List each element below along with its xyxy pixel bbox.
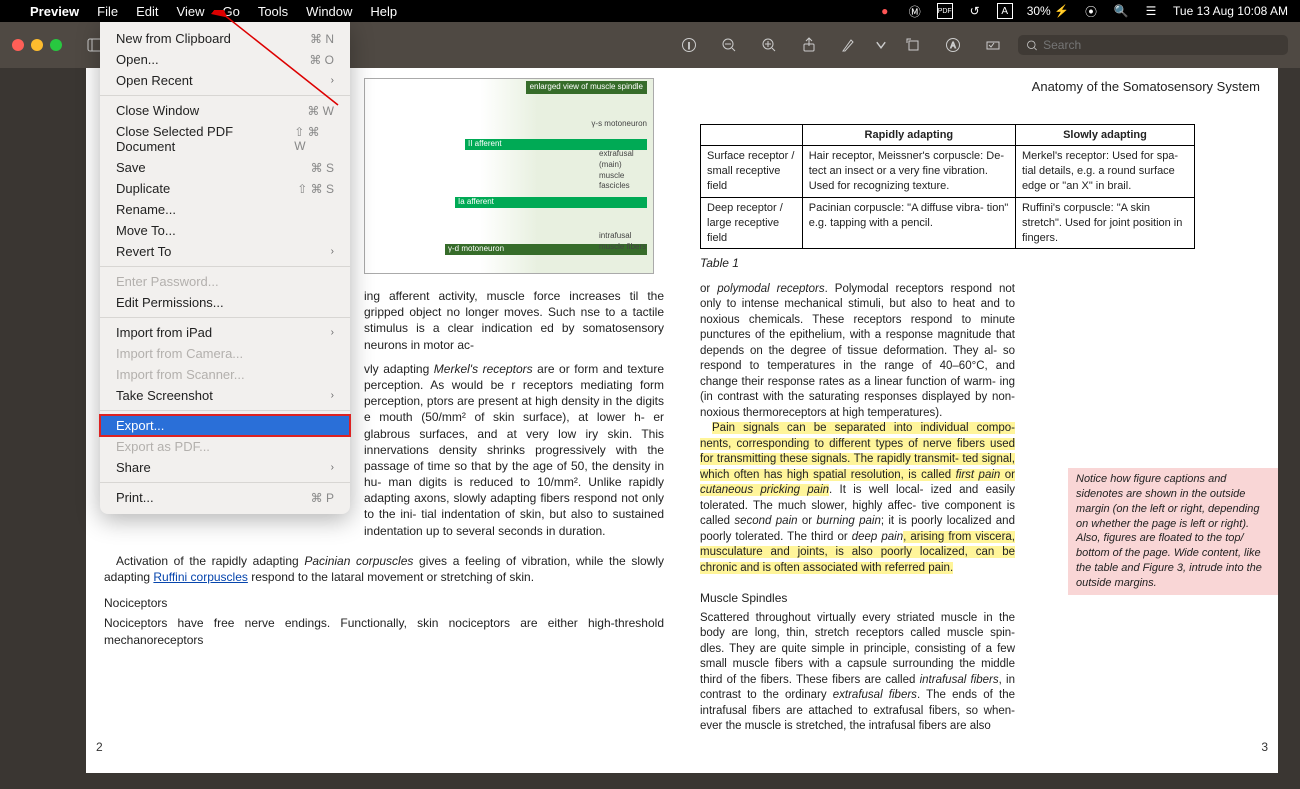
menu-item-rename[interactable]: Rename... [100,199,350,220]
form-icon[interactable] [978,33,1008,57]
menu-item-save[interactable]: Save⌘ S [100,157,350,178]
body-text: ing afferent activity, muscle force incr… [364,288,664,353]
zoom-out-icon[interactable] [714,33,744,57]
control-center-icon[interactable]: ☰ [1143,3,1159,19]
menu-item-import-from-ipad[interactable]: Import from iPad› [100,322,350,343]
menu-item-new-from-clipboard[interactable]: New from Clipboard⌘ N [100,28,350,49]
wifi-icon[interactable]: ⦿ [1083,3,1099,19]
menu-item-enter-password: Enter Password... [100,271,350,292]
menu-edit[interactable]: Edit [136,4,158,19]
receptor-table: Rapidly adaptingSlowly adapting Surface … [700,124,1195,250]
spotlight-icon[interactable]: 🔍 [1113,3,1129,19]
text-icon[interactable]: A [938,33,968,57]
file-menu: New from Clipboard⌘ NOpen...⌘ OOpen Rece… [100,22,350,514]
menu-go[interactable]: Go [222,4,239,19]
menu-view[interactable]: View [177,4,205,19]
ruffini-link[interactable]: Ruffini corpuscles [153,570,248,584]
menubar: Preview File Edit View Go Tools Window H… [0,0,1300,22]
body-text: vly adapting Merkel's receptors are or f… [364,361,664,539]
menu-item-share[interactable]: Share› [100,457,350,478]
minimize-window-button[interactable] [31,39,43,51]
rotate-icon[interactable] [898,33,928,57]
page-number: 2 [96,739,103,755]
search-icon [1026,39,1038,52]
body-text: Nociceptors have free nerve endings. Fun… [104,615,664,647]
menu-item-close-selected-pdf-document[interactable]: Close Selected PDF Document⇧ ⌘ W [100,121,350,157]
markup-chevron-icon[interactable] [874,33,888,57]
menu-help[interactable]: Help [370,4,397,19]
body-text: or polymodal receptors. Polymodal recept… [700,282,1015,422]
page-number: 3 [1261,739,1268,755]
table-caption: Table 1 [700,255,1260,271]
menu-item-revert-to[interactable]: Revert To› [100,241,350,262]
menu-item-open[interactable]: Open...⌘ O [100,49,350,70]
body-text: Scattered throughout virtually every str… [700,611,1015,735]
search-field[interactable] [1018,35,1288,55]
menu-item-edit-permissions[interactable]: Edit Permissions... [100,292,350,313]
page-right: Anatomy of the Somatosensory System Rapi… [682,68,1278,773]
menu-item-close-window[interactable]: Close Window⌘ W [100,100,350,121]
figure-muscle-spindle: enlarged view of muscle spindle γ-s moto… [364,78,654,274]
menu-window[interactable]: Window [306,4,352,19]
markup-icon[interactable] [834,33,864,57]
menu-item-move-to[interactable]: Move To... [100,220,350,241]
section-heading: Muscle Spindles [700,590,1015,606]
menu-item-duplicate[interactable]: Duplicate⇧ ⌘ S [100,178,350,199]
menu-item-import-from-scanner: Import from Scanner... [100,364,350,385]
malware-icon[interactable]: Ⓜ [907,3,923,19]
svg-text:A: A [950,41,956,50]
sidenote: Notice how figure captions and sidenotes… [1068,468,1278,595]
pdf-icon[interactable]: PDF [937,3,953,19]
window-controls [12,39,62,51]
info-icon[interactable]: i [674,33,704,57]
screenrecord-icon[interactable]: ● [877,3,893,19]
datetime[interactable]: Tue 13 Aug 10:08 AM [1173,4,1288,18]
body-text: Activation of the rapidly adapting Pacin… [104,553,664,585]
zoom-in-icon[interactable] [754,33,784,57]
svg-text:i: i [688,41,690,51]
menu-item-import-from-camera: Import from Camera... [100,343,350,364]
search-input[interactable] [1043,38,1280,52]
fullscreen-window-button[interactable] [50,39,62,51]
menu-item-export-as-pdf: Export as PDF... [100,436,350,457]
highlighted-text: Pain signals can be separated into indiv… [700,421,1015,576]
menu-item-print[interactable]: Print...⌘ P [100,487,350,508]
menu-tools[interactable]: Tools [258,4,288,19]
menu-item-export[interactable]: Export... [100,415,350,436]
lang-icon[interactable]: A [997,3,1013,19]
share-icon[interactable] [794,33,824,57]
menu-file[interactable]: File [97,4,118,19]
close-window-button[interactable] [12,39,24,51]
menu-item-take-screenshot[interactable]: Take Screenshot› [100,385,350,406]
timemachine-icon[interactable]: ↺ [967,3,983,19]
app-name[interactable]: Preview [30,4,79,19]
battery-status[interactable]: 30% ⚡ [1027,4,1069,18]
section-heading: Nociceptors [104,595,664,611]
page-title: Anatomy of the Somatosensory System [700,78,1260,96]
menu-item-open-recent[interactable]: Open Recent› [100,70,350,91]
